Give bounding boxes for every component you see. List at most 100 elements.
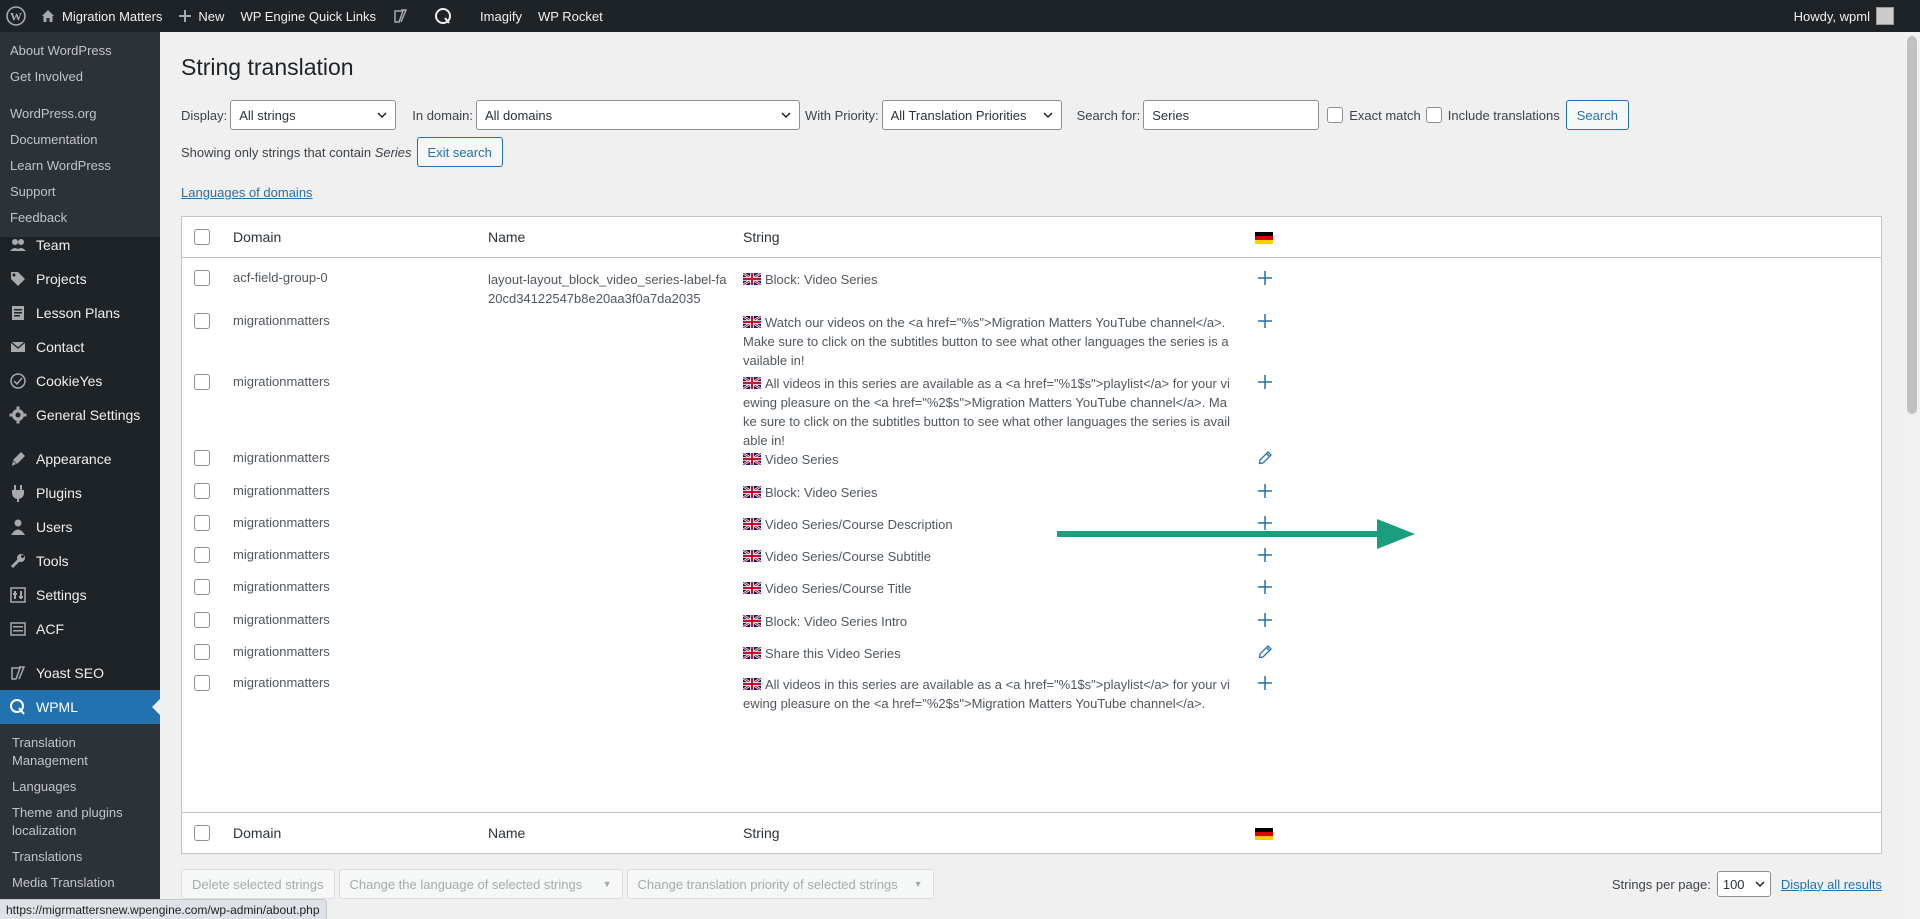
display-select[interactable]: All strings [230,100,397,130]
imagify-link[interactable]: Imagify [472,0,530,32]
sidebar-item-settings[interactable]: Settings [0,578,160,612]
sidebar-item-contact[interactable]: Contact [0,330,160,364]
submenu-item-media-translation[interactable]: Media Translation [0,870,160,896]
domain-column-header[interactable]: Domain [233,229,281,245]
chevron-down-icon [1043,112,1053,119]
row-domain: migrationmatters [233,450,330,465]
flyout-learn-wordpress[interactable]: Learn WordPress [0,153,160,179]
submenu-item-languages[interactable]: Languages [0,774,160,800]
annotation-arrow [1057,519,1415,549]
add-translation-plus-icon[interactable] [1255,372,1275,392]
add-translation-plus-icon[interactable] [1255,577,1275,597]
domain-select[interactable]: All domains [475,100,800,130]
new-label: New [198,8,225,24]
add-translation-plus-icon[interactable] [1255,481,1275,501]
wp-rocket-link[interactable]: WP Rocket [530,0,611,32]
row-checkbox[interactable] [194,270,210,286]
edit-translation-pencil-icon[interactable] [1255,448,1275,468]
include-translations-checkbox[interactable] [1425,107,1442,123]
wpml-adminbar-menu[interactable] [426,0,466,32]
sidebar-item-lesson-plans[interactable]: Lesson Plans [0,296,160,330]
page-scrollbar[interactable] [1904,32,1920,919]
name-column-header[interactable]: Name [488,229,525,245]
scrollbar-thumb[interactable] [1907,36,1917,414]
search-button[interactable]: Search [1565,100,1629,130]
row-checkbox[interactable] [194,644,210,660]
row-checkbox[interactable] [194,675,210,691]
per-page-select[interactable]: 100 [1716,871,1771,897]
row-string-text: Video Series/Course Description [765,517,953,532]
change-priority-select[interactable]: Change translation priority of selected … [626,869,934,899]
row-checkbox[interactable] [194,515,210,531]
search-input[interactable]: Series [1143,100,1320,130]
string-column-footer[interactable]: String [743,825,780,841]
select-all-checkbox[interactable] [194,229,210,245]
add-translation-plus-icon[interactable] [1255,311,1275,331]
flyout-about-wordpress[interactable]: About WordPress [0,38,160,64]
flyout-feedback[interactable]: Feedback [0,205,160,231]
row-checkbox[interactable] [194,483,210,499]
flyout-wordpress-org[interactable]: WordPress.org [0,101,160,127]
exit-search-button[interactable]: Exit search [416,137,503,167]
row-domain: migrationmatters [233,374,330,389]
sidebar-item-appearance[interactable]: Appearance [0,442,160,476]
wordpress-logo-icon[interactable]: W [0,0,32,32]
site-name-link[interactable]: Migration Matters [32,0,170,32]
string-column-header[interactable]: String [743,229,780,245]
row-string: Block: Video Series [743,483,1233,502]
flyout-support[interactable]: Support [0,179,160,205]
add-translation-plus-icon[interactable] [1255,610,1275,630]
submenu-item-translation-management[interactable]: Translation Management [0,730,160,774]
display-select-value: All strings [239,107,296,123]
change-language-select[interactable]: Change the language of selected strings … [338,869,623,899]
languages-of-domains-link[interactable]: Languages of domains [181,185,313,200]
sidebar-item-projects[interactable]: Projects [0,262,160,296]
sidebar-item-tools[interactable]: Tools [0,544,160,578]
account-menu[interactable]: Howdy, wpml [1786,0,1920,32]
add-translation-plus-icon[interactable] [1255,673,1275,693]
row-checkbox[interactable] [194,547,210,563]
plus-icon [179,10,192,22]
submenu-item-theme-and-plugins-localization[interactable]: Theme and plugins localization [0,800,160,844]
row-checkbox[interactable] [194,579,210,595]
domain-column-footer[interactable]: Domain [233,825,281,841]
add-translation-plus-icon[interactable] [1255,268,1275,288]
sidebar-item-plugins[interactable]: Plugins [0,476,160,510]
row-checkbox[interactable] [194,374,210,390]
select-all-footer-checkbox[interactable] [194,825,210,841]
submenu-item-translations[interactable]: Translations [0,844,160,870]
edit-translation-pencil-icon[interactable] [1255,642,1275,662]
delete-selected-button[interactable]: Delete selected strings [181,869,335,899]
new-content-link[interactable]: New [170,0,232,32]
acf-icon [8,619,28,639]
quick-links-link[interactable]: WP Engine Quick Links [232,0,384,32]
yoast-menu[interactable] [384,0,422,32]
row-checkbox[interactable] [194,450,210,466]
display-label: Display: [181,107,228,123]
sidebar-item-label: ACF [36,621,64,637]
caret-down-icon: ▼ [913,879,923,889]
bulk-actions-bar: Delete selected strings Change the langu… [181,869,1882,899]
flyout-documentation[interactable]: Documentation [0,127,160,153]
sidebar-item-label: Lesson Plans [36,305,121,321]
sidebar-item-cookieyes[interactable]: CookieYes [0,364,160,398]
sidebar-item-yoast-seo[interactable]: Yoast SEO [0,656,160,690]
sidebar-item-label: General Settings [36,407,141,423]
sidebar-item-general-settings[interactable]: General Settings [0,398,160,432]
admin-menu: Team Projects Lesson Plans Contact CookieYes… [0,228,160,902]
sidebar-item-wpml[interactable]: WPML [0,690,160,724]
row-checkbox[interactable] [194,313,210,329]
row-domain: acf-field-group-0 [233,270,328,285]
sidebar-item-acf[interactable]: ACF [0,612,160,646]
uk-flag-icon [743,614,765,629]
yoast-icon [394,9,408,23]
name-column-footer[interactable]: Name [488,825,525,841]
flyout-get-involved[interactable]: Get Involved [0,64,160,90]
sidebar-item-label: Appearance [36,451,112,467]
tools-icon [8,551,28,571]
exact-match-checkbox[interactable] [1327,107,1344,123]
row-checkbox[interactable] [194,612,210,628]
sidebar-item-users[interactable]: Users [0,510,160,544]
priority-select[interactable]: All Translation Priorities [881,100,1062,130]
display-all-results-link[interactable]: Display all results [1781,877,1882,892]
